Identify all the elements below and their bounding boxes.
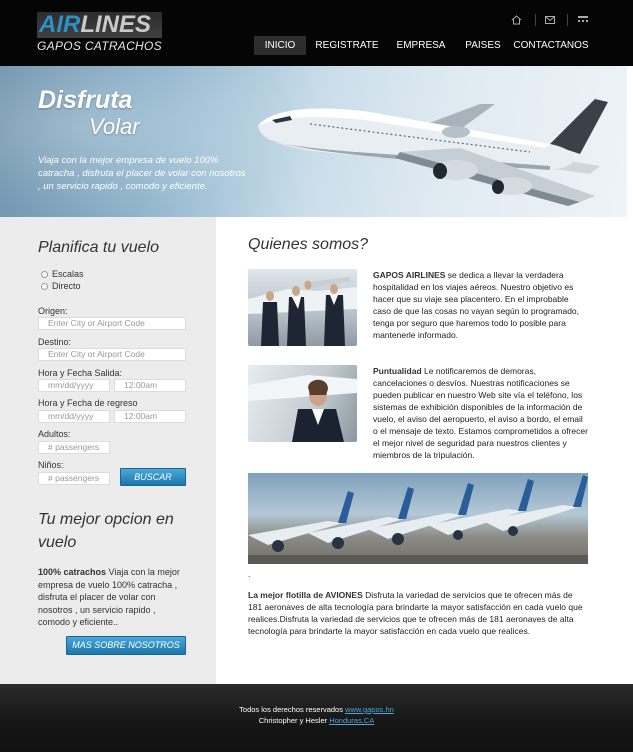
banner-text: Viaja con la mejor empresa de vuelo 100%…	[38, 155, 246, 192]
origen-input[interactable]: Enter City or Airport Code	[38, 317, 186, 330]
page: AIRLINES GAPOS CATRACHOS INICIO REGISTRA…	[0, 0, 633, 752]
footer: Todos los derechos reservados www.gapos.…	[0, 684, 633, 752]
fleet-photo	[248, 473, 588, 564]
radio-circle[interactable]	[41, 282, 48, 290]
logo-air-text: AIR	[39, 11, 81, 38]
main-nav: INICIO REGISTRATE EMPRESA PAISES CONTACT…	[254, 36, 590, 55]
footer-rights: Todos los derechos reservados	[239, 705, 346, 714]
salida-date-input[interactable]: mm/dd/yyyy	[38, 379, 110, 392]
radio-directo[interactable]: Directo	[41, 281, 81, 291]
nav-paises[interactable]: PAISES	[456, 36, 510, 55]
best-option-bold: 100% catrachos	[38, 567, 107, 577]
nav-registrate[interactable]: REGISTRATE	[308, 36, 386, 55]
about-paragraph-3: La mejor flotilla de AVIONES Disfruta la…	[248, 589, 588, 637]
footer-line-2: Christopher y Hesler Honduras,CA	[0, 716, 633, 727]
best-option-text: 100% catrachos Viaja con la mejor empres…	[38, 566, 188, 629]
icon-divider	[535, 14, 536, 26]
destino-label: Destino:	[38, 337, 72, 347]
sidebar: Planifica tu vuelo Escalas Directo Orige…	[0, 217, 216, 684]
nav-empresa[interactable]: EMPRESA	[388, 36, 454, 55]
crew-photo	[248, 269, 357, 346]
about-paragraph-2: Puntualidad Le notificaremos de demoras,…	[248, 365, 588, 461]
logo-subtitle: GAPOS CATRACHOS	[37, 39, 162, 53]
mail-icon[interactable]	[545, 16, 555, 24]
destino-input[interactable]: Enter City or Airport Code	[38, 348, 186, 361]
banner-title: Disfruta	[38, 86, 133, 114]
crew-illustration	[248, 277, 357, 346]
logo-lines-text: LINES	[80, 11, 152, 38]
logo[interactable]: AIRLINES GAPOS CATRACHOS	[37, 12, 162, 53]
radio-escalas-label: Escalas	[52, 269, 84, 279]
footer-place-link[interactable]: Honduras,CA	[329, 716, 374, 725]
footer-line-1: Todos los derechos reservados www.gapos.…	[0, 705, 633, 716]
about-p3-bold: La mejor flotilla de AVIONES	[248, 590, 363, 600]
radio-directo-label: Directo	[52, 281, 81, 291]
fleet-illustration	[248, 475, 588, 564]
mas-sobre-nosotros-button[interactable]: MAS SOBRE NOSOTROS	[66, 636, 186, 655]
icon-divider	[567, 14, 568, 26]
about-p2-text: Le notificaremos de demoras, cancelacion…	[373, 366, 588, 460]
best-option-title-1: Tu mejor opcion en	[38, 511, 174, 528]
ninos-input[interactable]: # passengers	[38, 472, 110, 485]
logo-wordmark: AIRLINES	[37, 12, 162, 38]
fleet-dot: .	[248, 569, 251, 579]
salida-label: Hora y Fecha Salida:	[38, 368, 123, 378]
about-title: Quienes somos?	[248, 236, 369, 253]
regreso-label: Hora y Fecha de regreso	[38, 398, 138, 408]
sitemap-icon[interactable]	[578, 16, 588, 24]
salida-time-input[interactable]: 12:00am	[114, 379, 186, 392]
header: AIRLINES GAPOS CATRACHOS INICIO REGISTRA…	[0, 0, 633, 66]
buscar-button[interactable]: BUSCAR	[120, 468, 186, 486]
radio-circle[interactable]	[41, 270, 48, 278]
about-p1-bold: GAPOS AIRLINES	[373, 270, 446, 280]
ninos-label: Niños:	[38, 460, 64, 470]
footer-authors: Christopher y Hesler	[258, 715, 330, 725]
about-paragraph-1: GAPOS AIRLINES se dedica a llevar la ver…	[373, 269, 585, 341]
airplane-image	[258, 99, 608, 206]
footer-text: Todos los derechos reservados www.gapos.…	[0, 705, 633, 726]
adultos-label: Adultos:	[38, 429, 71, 439]
origen-label: Origen:	[38, 306, 68, 316]
about-p1-text: se dedica a llevar la verdadera hospital…	[373, 270, 580, 340]
banner-subtitle: Volar	[89, 114, 140, 139]
nav-inicio[interactable]: INICIO	[254, 36, 306, 55]
hero-banner: Disfruta Volar Viaja con la mejor empres…	[0, 66, 627, 217]
home-icon[interactable]	[511, 15, 522, 25]
footer-site-link[interactable]: www.gapos.hn	[345, 705, 394, 714]
adultos-input[interactable]: # passengers	[38, 441, 110, 454]
best-option-title-2: vuelo	[38, 534, 77, 551]
regreso-time-input[interactable]: 12:00am	[114, 410, 186, 423]
plan-flight-title: Planifica tu vuelo	[38, 239, 159, 256]
about-p2-bold: Puntualidad	[373, 366, 422, 376]
nav-contactanos[interactable]: CONTACTANOS	[512, 36, 590, 55]
radio-escalas[interactable]: Escalas	[41, 269, 84, 279]
regreso-date-input[interactable]: mm/dd/yyyy	[38, 410, 110, 423]
